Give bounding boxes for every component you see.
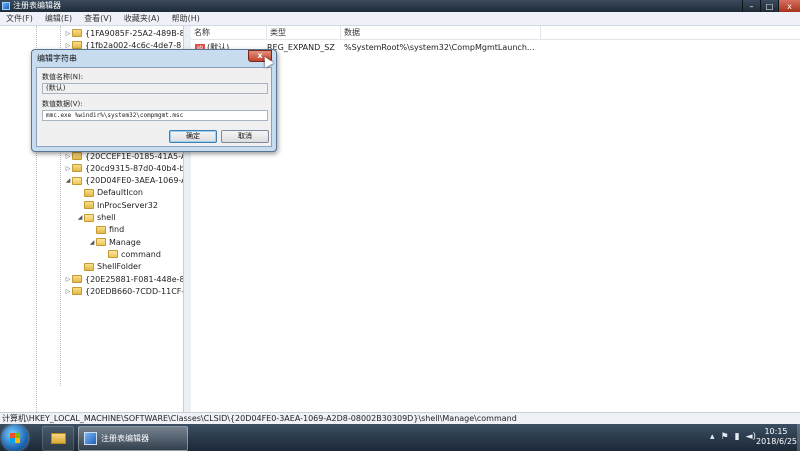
window-controls: – □ x	[742, 0, 800, 12]
tree-item-label: command	[121, 249, 161, 259]
menu-edit[interactable]: 编辑(E)	[39, 12, 78, 25]
start-button[interactable]	[2, 425, 28, 451]
tree-item[interactable]: find	[88, 224, 124, 236]
collapsed-arrow-icon[interactable]: ▷	[64, 27, 72, 39]
dialog-body: 数值名称(N): (默认) 数值数据(V): mmc.exe %windir%\…	[36, 67, 272, 147]
show-hidden-icons-icon[interactable]: ▴	[710, 432, 715, 442]
tree-item[interactable]: command	[100, 248, 161, 260]
folder-icon	[72, 275, 82, 283]
system-tray: ▴ ⚑ ▮ ◄)	[710, 432, 756, 442]
tree-item-label: find	[109, 225, 125, 235]
tree-item-label: Manage	[109, 237, 141, 247]
folder-icon	[84, 213, 94, 222]
value-name-label: 数值名称(N):	[42, 73, 84, 81]
expanded-arrow-icon[interactable]: ◢	[76, 212, 84, 224]
tree-item-label: DefaultIcon	[97, 188, 143, 198]
collapsed-arrow-icon[interactable]	[88, 224, 96, 236]
tree-item-label: {20E25881-F081-448e-8	[85, 274, 184, 284]
tree-item-label: {20cd9315-87d0-40b4-b	[85, 163, 184, 173]
expanded-arrow-icon[interactable]: ◢	[88, 236, 96, 248]
volume-icon[interactable]: ◄)	[746, 432, 756, 442]
folder-icon	[72, 164, 82, 173]
folder-icon	[72, 176, 82, 185]
tree-item[interactable]: ◢ Manage	[88, 236, 141, 248]
taskbar-explorer[interactable]	[42, 426, 74, 451]
dialog-title: 编辑字符串	[37, 54, 77, 63]
menu-file[interactable]: 文件(F)	[0, 12, 39, 25]
collapsed-arrow-icon[interactable]	[76, 187, 84, 199]
network-icon[interactable]: ▮	[735, 432, 740, 442]
regedit-app-icon	[2, 2, 10, 10]
folder-icon	[84, 201, 94, 210]
folder-icon	[84, 262, 94, 271]
collapsed-arrow-icon[interactable]	[76, 199, 84, 211]
collapsed-arrow-icon[interactable]: ▷	[64, 285, 72, 297]
value-data-input[interactable]: mmc.exe %windir%\system32\compmgmt.msc	[42, 110, 268, 121]
value-data-label: 数值数据(V):	[42, 100, 83, 108]
folder-icon	[72, 29, 82, 37]
tree-item[interactable]: ShellFolder	[76, 261, 141, 273]
taskbar-regedit[interactable]: 注册表编辑器	[78, 426, 188, 451]
tree-item[interactable]: ◢ {20D04FE0-3AEA-1069-A	[64, 175, 184, 187]
menu-help[interactable]: 帮助(H)	[166, 12, 206, 25]
taskbar-regedit-label: 注册表编辑器	[101, 434, 149, 443]
values-list[interactable]: 名称 类型 数据 ab (默认) REG_EXPAND_SZ %SystemRo…	[191, 26, 800, 412]
column-header-type[interactable]: 类型	[267, 26, 341, 39]
column-header-name[interactable]: 名称	[191, 26, 267, 39]
folder-icon	[108, 250, 118, 259]
regedit-icon	[84, 432, 97, 445]
value-data: %SystemRoot%\system32\CompMgmtLaunch...	[344, 43, 535, 52]
folder-icon	[84, 188, 94, 197]
action-center-flag-icon[interactable]: ⚑	[721, 432, 729, 442]
cancel-button[interactable]: 取消	[221, 130, 269, 143]
folder-icon	[72, 152, 82, 160]
taskbar: 注册表编辑器 ▴ ⚑ ▮ ◄) 10:15 2018/6/25	[0, 424, 800, 451]
tree-item-label: shell	[97, 213, 116, 222]
window-title: 注册表编辑器	[13, 1, 61, 10]
minimize-button[interactable]: –	[742, 0, 760, 12]
tree-item-label: {20D04FE0-3AEA-1069-A	[85, 176, 184, 186]
explorer-folder-icon	[51, 433, 66, 444]
menu-bar: 文件(F) 编辑(E) 查看(V) 收藏夹(A) 帮助(H)	[0, 12, 800, 26]
collapsed-arrow-icon[interactable]: ▷	[64, 162, 72, 174]
windows-logo-icon	[10, 433, 20, 443]
clock[interactable]: 10:15 2018/6/25	[756, 427, 798, 447]
collapsed-arrow-icon[interactable]	[76, 261, 84, 273]
tree-item-label: {20EDB660-7CDD-11CF-	[85, 286, 184, 296]
tree-item-label: {1FA9085F-25A2-489B-8	[85, 28, 184, 38]
value-name-field: (默认)	[42, 83, 268, 94]
folder-icon	[96, 238, 106, 247]
tree-item[interactable]: InProcServer32	[76, 199, 158, 211]
tree-item[interactable]: ▷ {20E25881-F081-448e-8	[64, 273, 184, 285]
maximize-button[interactable]: □	[760, 0, 778, 12]
expanded-arrow-icon[interactable]: ◢	[64, 175, 72, 187]
tree-item-label: InProcServer32	[97, 200, 158, 210]
menu-favorites[interactable]: 收藏夹(A)	[118, 12, 166, 25]
tree-item-label: {20CCEF1E-0185-41A5-A	[85, 151, 184, 161]
menu-view[interactable]: 查看(V)	[78, 12, 118, 25]
tree-item[interactable]: ▷ {20cd9315-87d0-40b4-b	[64, 162, 184, 174]
edit-string-dialog: 编辑字符串 x 数值名称(N): (默认) 数值数据(V): mmc.exe %…	[31, 49, 277, 152]
tree-item[interactable]: ◢ shell	[76, 212, 116, 224]
status-bar-path: 计算机\HKEY_LOCAL_MACHINE\SOFTWARE\Classes\…	[0, 412, 800, 424]
tree-item[interactable]: DefaultIcon	[76, 187, 143, 199]
folder-icon	[72, 287, 82, 296]
clock-date: 2018/6/25	[756, 437, 798, 446]
folder-icon	[96, 225, 106, 234]
tree-item[interactable]: ▷ {1FA9085F-25A2-489B-8	[64, 27, 184, 39]
expanded-arrow-icon[interactable]	[100, 248, 108, 260]
close-window-button[interactable]: x	[778, 0, 800, 12]
column-header-data[interactable]: 数据	[341, 26, 541, 39]
value-type: REG_EXPAND_SZ	[267, 43, 335, 52]
window-titlebar: 注册表编辑器 – □ x	[0, 0, 800, 12]
tree-item-label: ShellFolder	[97, 262, 142, 272]
collapsed-arrow-icon[interactable]: ▷	[64, 273, 72, 285]
ok-button[interactable]: 确定	[169, 130, 217, 143]
clock-time: 10:15	[764, 427, 788, 436]
tree-item[interactable]: ▷ {20EDB660-7CDD-11CF-	[64, 285, 184, 297]
